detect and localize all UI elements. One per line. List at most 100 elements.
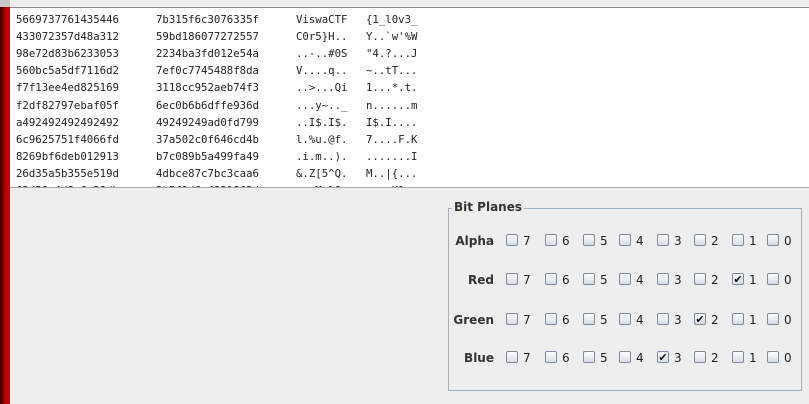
hex-column-1: 433072357d48a312 xyxy=(16,30,119,44)
ascii-column-2: Y..`w'%W xyxy=(366,30,418,44)
checkbox-box[interactable] xyxy=(767,351,779,363)
hex-column-2: 7b315f6c3076335f xyxy=(156,13,259,26)
checkbox-label: 3 xyxy=(674,234,682,248)
checkbox-box[interactable]: ✔ xyxy=(694,313,706,325)
hex-column-2: 3118cc952aeb74f3 xyxy=(156,81,259,95)
plane-label-green: Green xyxy=(453,313,494,327)
checkbox-label: 7 xyxy=(523,234,531,248)
checkbox-label: 5 xyxy=(600,234,608,248)
checkbox-label: 6 xyxy=(562,313,570,327)
checkbox-box[interactable]: ✔ xyxy=(657,351,669,363)
checkbox-box[interactable] xyxy=(657,273,669,285)
ascii-column-1: ..-..#0S xyxy=(296,47,348,61)
checkbox-label: 4 xyxy=(636,273,644,287)
hex-column-2: 7ef0c7745488f8da xyxy=(156,64,259,78)
plane-label-red: Red xyxy=(468,273,494,287)
checkbox-box[interactable] xyxy=(732,313,744,325)
checkbox-box[interactable] xyxy=(619,313,631,325)
checkbox-box[interactable] xyxy=(767,273,779,285)
check-mark-icon: ✔ xyxy=(695,313,705,326)
ascii-column-2: "4.?...J xyxy=(366,47,418,61)
ascii-column-1: C0r5}H.. xyxy=(296,30,348,44)
ascii-column-2: 7....F.K xyxy=(366,132,418,146)
checkbox-box[interactable]: ✔ xyxy=(732,273,744,285)
checkbox-label: 6 xyxy=(562,273,570,287)
checkbox-label: 2 xyxy=(711,351,719,365)
ascii-column-1: ..>...Qi xyxy=(296,81,348,95)
checkbox-label: 6 xyxy=(562,351,570,365)
checkbox-box[interactable] xyxy=(732,351,744,363)
checkbox-box[interactable] xyxy=(506,273,518,285)
checkbox-box[interactable] xyxy=(545,234,557,246)
ascii-column-1: c..M.l8. xyxy=(296,182,347,187)
check-mark-icon: ✔ xyxy=(658,351,668,364)
hex-dump-area[interactable]: 5669737761435446 7b315f6c3076335f ViswaCTF… xyxy=(10,7,809,188)
checkbox-label: 1 xyxy=(749,273,757,287)
hex-column-1: 560bc5a5df7116d2 xyxy=(16,64,119,78)
checkbox-label: 4 xyxy=(636,313,644,327)
ascii-column-2: n......m xyxy=(366,98,418,112)
ascii-column-2: .......I xyxy=(366,149,418,163)
checkbox-label: 5 xyxy=(600,313,608,327)
checkbox-box[interactable] xyxy=(506,351,518,363)
checkbox-box[interactable] xyxy=(545,313,557,325)
hex-column-1: 6c9625751f4066fd xyxy=(16,132,119,146)
ascii-column-1: ...y~.._ xyxy=(296,98,348,112)
checkbox-label: 6 xyxy=(562,234,570,248)
hex-column-1: 8269bf6deb012913 xyxy=(16,149,119,163)
checkbox-box[interactable] xyxy=(545,273,557,285)
checkbox-label: 2 xyxy=(711,313,719,327)
checkbox-label: 7 xyxy=(523,313,531,327)
checkbox-box[interactable] xyxy=(657,313,669,325)
left-edge-cap xyxy=(0,0,10,7)
checkbox-box[interactable] xyxy=(583,273,595,285)
plane-label-alpha: Alpha xyxy=(455,234,494,248)
checkbox-box[interactable] xyxy=(694,273,706,285)
checkbox-label: 3 xyxy=(674,273,682,287)
ascii-column-1: l.%u.@f. xyxy=(296,132,348,146)
hex-column-1: 26d35a5b355e519d xyxy=(16,166,119,180)
checkbox-box[interactable] xyxy=(545,351,557,363)
ascii-column-2: M..|{... xyxy=(366,166,418,180)
hex-column-1: a492492492492492 xyxy=(16,115,119,129)
ascii-column-2: ~..tT... xyxy=(366,64,418,78)
checkbox-box[interactable] xyxy=(619,273,631,285)
checkbox-box[interactable] xyxy=(732,234,744,246)
ascii-column-1: .i.m..). xyxy=(296,149,348,163)
checkbox-label: 1 xyxy=(749,313,757,327)
checkbox-box[interactable] xyxy=(657,234,669,246)
checkbox-box[interactable] xyxy=(583,234,595,246)
checkbox-box[interactable] xyxy=(506,234,518,246)
bit-planes-title: Bit Planes xyxy=(452,200,525,214)
checkbox-label: 0 xyxy=(784,351,792,365)
checkbox-label: 7 xyxy=(523,273,531,287)
checkbox-label: 1 xyxy=(749,351,757,365)
checkbox-box[interactable] xyxy=(506,313,518,325)
checkbox-box[interactable] xyxy=(767,234,779,246)
hex-column-2: 49249249ad0fd799 xyxy=(156,115,259,129)
checkbox-label: 0 xyxy=(784,313,792,327)
ascii-column-1: ViswaCTF xyxy=(296,13,348,26)
checkbox-box[interactable] xyxy=(583,313,595,325)
ascii-column-2: {1_l0v3_ xyxy=(366,13,418,26)
checkbox-box[interactable] xyxy=(694,234,706,246)
checkbox-label: 4 xyxy=(636,351,644,365)
hex-column-2: 2b5f1d6e4831862d xyxy=(156,182,259,187)
hex-column-1: 63d58e4d8e6c38db xyxy=(16,182,119,187)
checkbox-box[interactable] xyxy=(619,351,631,363)
checkbox-label: 0 xyxy=(784,273,792,287)
checkbox-box[interactable] xyxy=(694,351,706,363)
checkbox-label: 2 xyxy=(711,273,719,287)
checkbox-box[interactable] xyxy=(619,234,631,246)
checkbox-box[interactable] xyxy=(583,351,595,363)
hex-column-1: f2df82797ebaf05f xyxy=(16,98,119,112)
ascii-column-1: ..I$.I$. xyxy=(296,115,348,129)
plane-label-blue: Blue xyxy=(464,351,494,365)
check-mark-icon: ✔ xyxy=(733,273,743,286)
checkbox-label: 1 xyxy=(749,234,757,248)
hex-column-1: 5669737761435446 xyxy=(16,13,119,26)
hex-column-1: f7f13ee4ed825169 xyxy=(16,81,119,95)
checkbox-box[interactable] xyxy=(767,313,779,325)
hex-column-2: 2234ba3fd012e54a xyxy=(156,47,259,61)
left-edge-strip xyxy=(0,0,10,404)
